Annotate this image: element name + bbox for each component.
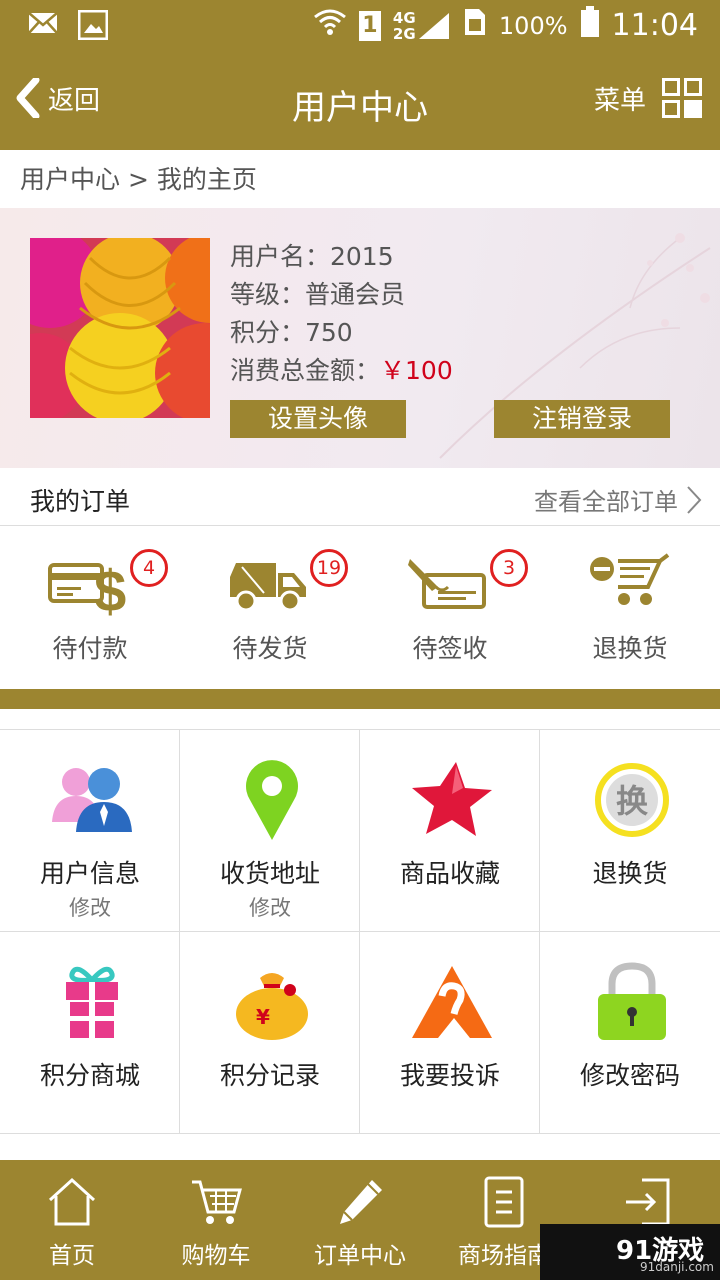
grid-label: 商品收藏 [399, 859, 500, 888]
grid-label: 我要投诉 [399, 1061, 500, 1090]
profile-info: 用户名：2015 等级：普通会员 积分：750 消费总金额：￥100 [230, 238, 453, 390]
location-pin-icon [246, 760, 298, 840]
grid-points-record[interactable]: ¥ 积分记录 [180, 932, 360, 1134]
nav-label: 首页 [49, 1243, 95, 1269]
grid-points-mall[interactable]: 积分商城 [0, 932, 180, 1134]
total-spent-value: ￥100 [380, 356, 453, 385]
star-icon [412, 762, 492, 836]
payment-card-icon: $ [48, 559, 126, 617]
yarn-balls-image [30, 238, 210, 418]
watermark-sub: 91danji.com [640, 1260, 714, 1274]
menu-button[interactable]: 菜单 [594, 78, 702, 118]
order-status-row: $ 4 待付款 19 待发货 3 待签收 退换货 [0, 527, 720, 689]
svg-text:¥: ¥ [256, 1005, 270, 1029]
set-avatar-button[interactable]: 设置头像 [230, 400, 406, 438]
nav-label: 购物车 [181, 1243, 251, 1269]
complaint-icon [412, 966, 492, 1038]
sim-icon: 1 [358, 10, 381, 41]
gift-icon [66, 966, 118, 1038]
badge-pending-shipment: 19 [310, 549, 348, 587]
grid-complaint[interactable]: 我要投诉 [360, 932, 540, 1134]
cart-return-icon [590, 553, 670, 605]
profile-card: 用户名：2015 等级：普通会员 积分：750 消费总金额：￥100 设置头像 … [0, 208, 720, 468]
sign-icon [408, 559, 486, 609]
truck-icon [230, 563, 306, 612]
order-label: 待发货 [232, 634, 308, 663]
grid-change-password[interactable]: 修改密码 [540, 932, 720, 1134]
points: 积分：750 [230, 318, 353, 347]
order-pending-shipment[interactable]: 19 待发货 [180, 527, 360, 689]
watermark: 91游戏 91danji.com [540, 1224, 720, 1280]
lock-icon [598, 962, 666, 1040]
order-pending-receipt[interactable]: 3 待签收 [360, 527, 540, 689]
view-all-orders-label: 查看全部订单 [534, 488, 678, 516]
title-bar: 返回 用户中心 菜单 [0, 50, 720, 150]
document-icon [484, 1176, 524, 1228]
view-all-orders-link[interactable]: 查看全部订单 [534, 482, 702, 517]
nav-label: 订单中心 [314, 1243, 406, 1269]
grid-label: 积分商城 [39, 1061, 140, 1090]
order-returns[interactable]: 退换货 [540, 527, 720, 689]
image-icon [77, 9, 109, 44]
signal-icon: 4G 2G [392, 9, 451, 43]
battery-percent: 100% [498, 11, 568, 40]
grid-label: 积分记录 [219, 1061, 320, 1090]
order-label: 退换货 [592, 634, 668, 663]
total-spent: 消费总金额：￥100 [230, 352, 453, 390]
login-icon [626, 1178, 670, 1226]
order-pending-payment[interactable]: $ 4 待付款 [0, 527, 180, 689]
svg-text:$: $ [94, 559, 126, 617]
order-label: 待签收 [412, 634, 488, 663]
total-spent-label: 消费总金额： [230, 356, 381, 385]
network-type-2: 2G [392, 24, 416, 43]
grid-shipping-address[interactable]: 收货地址 修改 [180, 730, 360, 932]
avatar[interactable] [30, 238, 210, 418]
chevron-right-icon [687, 485, 702, 514]
wifi-icon [313, 7, 347, 44]
battery-icon [580, 6, 600, 45]
exchange-glyph: 换 [616, 782, 648, 820]
grid-sublabel: 修改 [249, 896, 291, 920]
section-divider [0, 689, 720, 709]
badge-pending-receipt: 3 [490, 549, 528, 587]
member-level: 等级：普通会员 [230, 280, 406, 309]
username: 用户名：2015 [230, 242, 394, 271]
grid-favorites[interactable]: 商品收藏 [360, 730, 540, 932]
function-grid: 用户信息 修改 收货地址 修改 商品收藏 换 退换货 积分商城 ¥ 积分记录 我… [0, 729, 720, 1134]
nav-home[interactable]: 首页 [0, 1160, 144, 1280]
breadcrumb: 用户中心 > 我的主页 [0, 150, 720, 208]
nav-cart[interactable]: 购物车 [144, 1160, 288, 1280]
menu-label: 菜单 [593, 85, 646, 116]
logout-button[interactable]: 注销登录 [494, 400, 670, 438]
orders-header: 我的订单 查看全部订单 [0, 468, 720, 526]
users-icon [52, 768, 132, 832]
nav-orders[interactable]: 订单中心 [288, 1160, 432, 1280]
mail-icon [28, 10, 58, 44]
grid-label: 收货地址 [219, 859, 320, 888]
grid-label: 退换货 [592, 859, 668, 888]
home-icon [48, 1177, 96, 1226]
sim-card-icon [463, 7, 487, 44]
grid-menu-icon [662, 78, 702, 118]
exchange-icon: 换 [595, 763, 669, 837]
status-bar: 1 4G 2G 100% 11:04 [0, 0, 720, 50]
grid-label: 用户信息 [39, 859, 140, 888]
money-bag-icon: ¥ [236, 973, 308, 1040]
clock: 11:04 [611, 8, 698, 43]
grid-label: 修改密码 [579, 1061, 680, 1090]
badge-pending-payment: 4 [130, 549, 168, 587]
grid-sublabel: 修改 [69, 896, 111, 920]
pencil-icon [340, 1180, 382, 1224]
orders-title: 我的订单 [30, 487, 131, 516]
order-label: 待付款 [52, 634, 128, 663]
grid-user-info[interactable]: 用户信息 修改 [0, 730, 180, 932]
cart-icon [192, 1180, 242, 1224]
grid-exchange[interactable]: 换 退换货 [540, 730, 720, 932]
